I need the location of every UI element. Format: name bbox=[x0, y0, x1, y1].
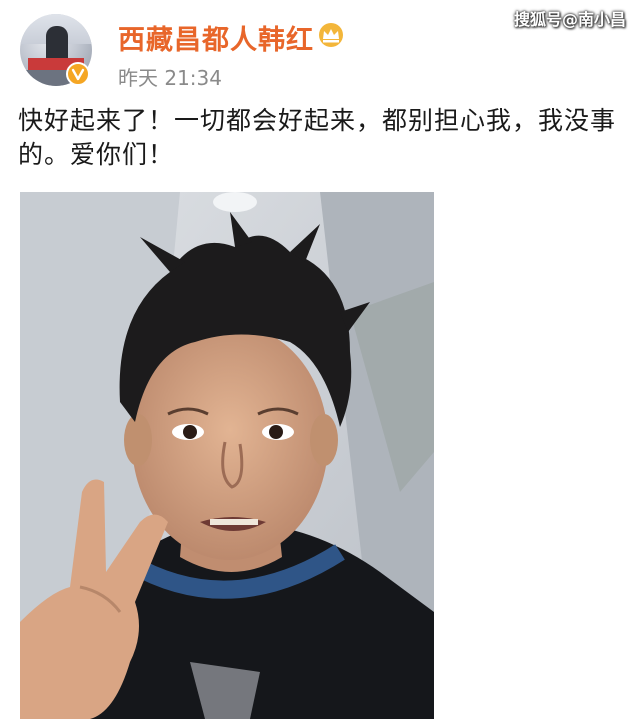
post-timestamp: 昨天 21:34 bbox=[118, 66, 222, 90]
weibo-post: 搜狐号@南小昌 西藏昌都人韩红 昨天 21:34 快好起来了！一切都会好起来，都… bbox=[0, 0, 640, 719]
author-name[interactable]: 西藏昌都人韩红 bbox=[118, 18, 314, 57]
watermark: 搜狐号@南小昌 bbox=[513, 10, 626, 29]
verified-badge-icon bbox=[66, 62, 90, 86]
post-text: 快好起来了！一切都会好起来，都别担心我，我没事的。爱你们！ bbox=[18, 106, 617, 169]
selfie-photo[interactable] bbox=[20, 192, 434, 719]
crown-icon[interactable] bbox=[316, 22, 346, 48]
